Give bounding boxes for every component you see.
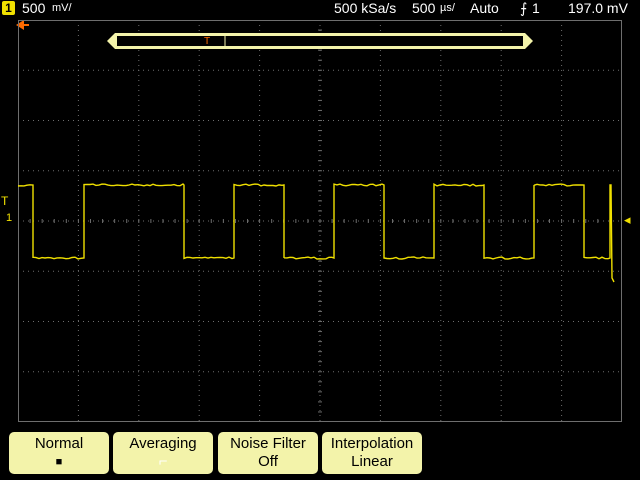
softkey-interpolation[interactable]: Interpolation Linear <box>322 432 422 474</box>
softkey-noise-filter[interactable]: Noise Filter Off <box>218 432 318 474</box>
softkey-label: Interpolation <box>322 435 422 453</box>
softkey-value: Off <box>218 453 318 471</box>
graticule <box>18 20 622 422</box>
trigger-level-right-marker: ◂ <box>624 214 631 226</box>
channel-1-trace <box>18 184 614 282</box>
timebase-window-bar[interactable] <box>107 33 533 49</box>
softkey-value: Linear <box>322 453 422 471</box>
softkey-acquire-mode[interactable]: Normal ■ <box>9 432 109 474</box>
status-bar: 1 500 mV/ 500 kSa/s 500 µs/ Auto ⨍ 1 197… <box>0 0 640 17</box>
vertical-unit: mV/ <box>52 0 72 17</box>
timebase-unit: µs/ <box>440 0 455 17</box>
trigger-level-marker[interactable]: T <box>1 195 8 207</box>
softkey-value: ■ <box>9 453 109 471</box>
softkey-bar: Normal ■ Averaging ⌐ Noise Filter Off In… <box>0 432 640 480</box>
softkey-label: Noise Filter <box>218 435 318 453</box>
channel-badge[interactable]: 1 <box>2 1 15 15</box>
softkey-value: ⌐ <box>113 453 213 471</box>
channel-ground-marker[interactable]: 1 <box>6 212 12 224</box>
trigger-mode[interactable]: Auto <box>470 0 499 17</box>
waveform-display[interactable] <box>18 20 622 422</box>
vertical-scale[interactable]: 500 <box>22 0 45 17</box>
trigger-source: 1 <box>532 0 540 17</box>
softkey-averaging[interactable]: Averaging ⌐ <box>113 432 213 474</box>
timebase-scale[interactable]: 500 <box>412 0 435 17</box>
timebase-trigger-marker: T <box>204 36 210 48</box>
softkey-label: Normal <box>9 435 109 453</box>
trigger-level: 197.0 mV <box>568 0 628 17</box>
sample-rate: 500 kSa/s <box>334 0 396 17</box>
softkey-label: Averaging <box>113 435 213 453</box>
trigger-edge-icon: ⨍ <box>520 0 527 17</box>
